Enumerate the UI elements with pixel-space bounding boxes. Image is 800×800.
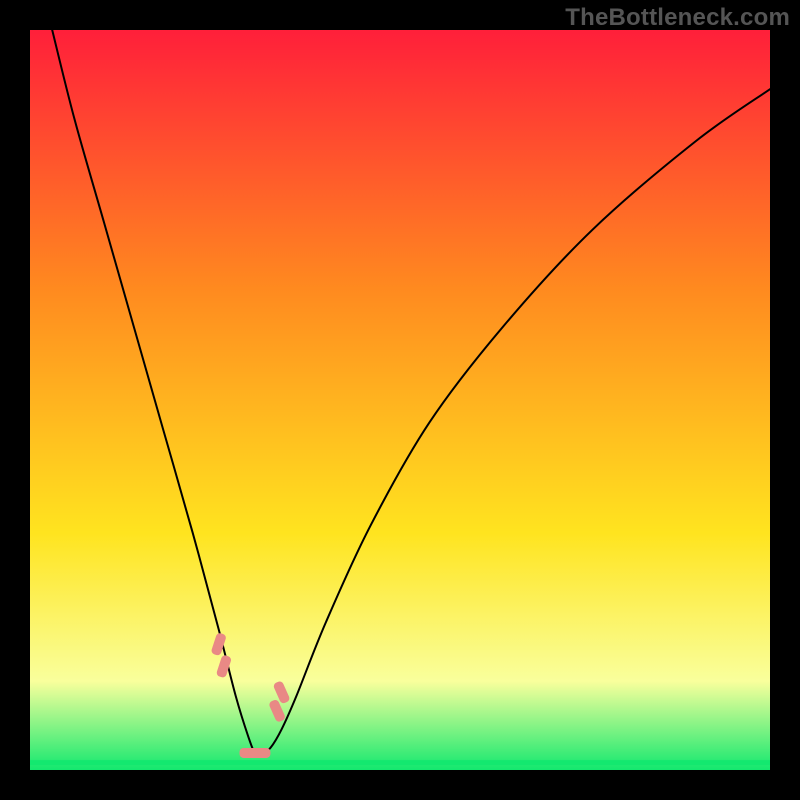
- curve-marker: [248, 748, 270, 758]
- bottleneck-chart: [30, 30, 770, 770]
- watermark-label: TheBottleneck.com: [565, 4, 790, 32]
- gradient-background: [30, 30, 770, 770]
- chart-frame: TheBottleneck.com: [0, 0, 800, 800]
